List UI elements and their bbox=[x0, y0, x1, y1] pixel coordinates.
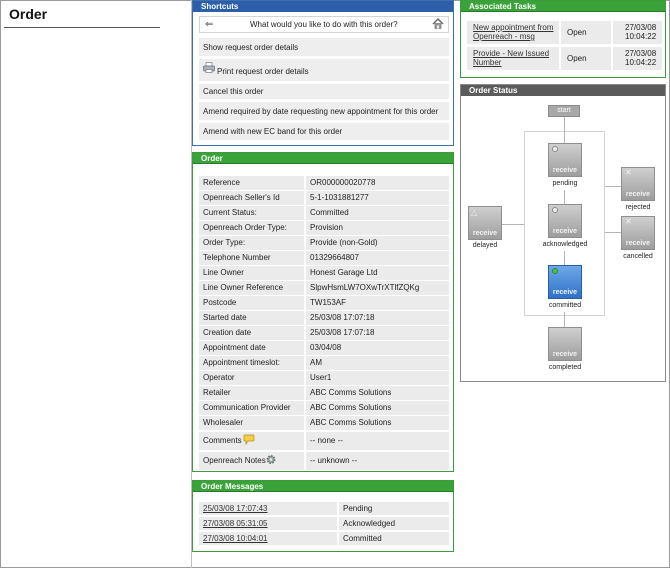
shortcut-amend-ec-band-label: Amend with new EC band for this order bbox=[203, 127, 343, 136]
order-row: Communication Provider ABC Comms Solution… bbox=[199, 401, 449, 415]
task-datetime: 27/03/08 10:04:22 bbox=[613, 21, 662, 44]
connector-line bbox=[502, 224, 524, 225]
order-panel: Order Reference OR000000020778 Openreach … bbox=[192, 152, 454, 472]
shortcut-print-details[interactable]: Print request order details bbox=[199, 59, 449, 81]
state-box-completed[interactable]: receive bbox=[548, 327, 582, 361]
connector-line bbox=[564, 117, 565, 143]
shortcut-show-details[interactable]: Show request order details bbox=[199, 38, 449, 56]
order-messages-header: Order Messages bbox=[193, 481, 453, 492]
message-date-link[interactable]: 27/03/08 05:31:05 bbox=[199, 517, 337, 530]
state-label-delayed: delayed bbox=[472, 242, 498, 249]
order-row: Started date 25/03/08 17:07:18 bbox=[199, 311, 449, 325]
gear-icon[interactable] bbox=[265, 454, 277, 472]
comments-label: Comments bbox=[203, 436, 242, 445]
order-row: Appointment timeslot: AM bbox=[199, 356, 449, 370]
task-link[interactable]: Provide - New Issued Number bbox=[467, 47, 559, 70]
order-row: Telephone Number 01329664807 bbox=[199, 251, 449, 265]
state-badge-icon bbox=[552, 146, 558, 152]
task-link[interactable]: New appointment from Openreach - msg bbox=[467, 21, 559, 44]
shortcut-show-details-label: Show request order details bbox=[203, 43, 299, 52]
state-box-committed[interactable]: receive bbox=[548, 265, 582, 299]
state-label-completed: completed bbox=[548, 364, 582, 371]
message-date-link[interactable]: 27/03/08 10:04:01 bbox=[199, 532, 337, 545]
shortcuts-question: What would you like to do with this orde… bbox=[250, 20, 398, 29]
state-box-rejected[interactable]: ✕ receive bbox=[621, 167, 655, 201]
order-row: Operator User1 bbox=[199, 371, 449, 385]
order-row: Line Owner Reference SlpwHsmLW7OXwTrXTlfZ… bbox=[199, 281, 449, 295]
home-icon[interactable] bbox=[432, 18, 444, 31]
title-underline bbox=[4, 27, 160, 28]
workflow-start-node: start bbox=[548, 105, 580, 117]
shortcut-amend-date[interactable]: Amend required by date requesting new ap… bbox=[199, 102, 449, 120]
associated-tasks-panel: Associated Tasks New appointment from Ope… bbox=[460, 0, 666, 78]
shortcuts-panel: Shortcuts ⇐ What would you like to do wi… bbox=[192, 0, 454, 146]
order-row: Openreach Order Type: Provision bbox=[199, 221, 449, 235]
connector-line bbox=[564, 251, 565, 265]
order-comments-row: Comments -- none -- bbox=[199, 432, 449, 450]
state-label-committed: committed bbox=[548, 302, 582, 309]
connector-line bbox=[564, 312, 565, 327]
close-icon: ✕ bbox=[625, 217, 632, 226]
message-row: 27/03/08 10:04:01 Committed bbox=[199, 532, 449, 545]
warning-icon: △ bbox=[471, 208, 478, 217]
page-title: Order bbox=[9, 6, 48, 22]
connector-line bbox=[605, 232, 621, 233]
connector-line bbox=[605, 186, 621, 187]
message-status: Committed bbox=[339, 532, 449, 545]
comments-value: -- none -- bbox=[306, 432, 449, 450]
shortcut-cancel-order-label: Cancel this order bbox=[203, 87, 264, 96]
comments-icon[interactable] bbox=[243, 434, 255, 452]
state-label-pending: pending bbox=[552, 180, 578, 187]
message-status: Acknowledged bbox=[339, 517, 449, 530]
back-arrow-icon[interactable]: ⇐ bbox=[205, 19, 213, 30]
task-row: New appointment from Openreach - msg Open… bbox=[467, 21, 662, 44]
order-header: Order bbox=[193, 153, 453, 164]
close-icon: ✕ bbox=[625, 168, 632, 177]
printer-icon bbox=[203, 62, 215, 75]
task-status: Open bbox=[561, 21, 611, 44]
task-status: Open bbox=[561, 47, 611, 70]
openreach-notes-label: Openreach Notes bbox=[203, 456, 266, 465]
order-messages-panel: Order Messages 25/03/08 17:07:43 Pending… bbox=[192, 480, 454, 552]
state-box-cancelled[interactable]: ✕ receive bbox=[621, 216, 655, 250]
order-notes-row: Openreach Notes -- unknown -- bbox=[199, 452, 449, 470]
shortcut-amend-ec-band[interactable]: Amend with new EC band for this order bbox=[199, 123, 449, 140]
state-box-pending[interactable]: receive bbox=[548, 143, 582, 177]
state-box-acknowledged[interactable]: receive bbox=[548, 204, 582, 238]
order-row: Openreach Seller's Id 5-1-1031881277 bbox=[199, 191, 449, 205]
order-row: Order Type: Provide (non-Gold) bbox=[199, 236, 449, 250]
task-row: Provide - New Issued Number Open 27/03/08… bbox=[467, 47, 662, 70]
order-status-header: Order Status bbox=[461, 85, 665, 96]
message-row: 27/03/08 05:31:05 Acknowledged bbox=[199, 517, 449, 530]
shortcut-print-details-label: Print request order details bbox=[217, 67, 309, 76]
state-badge-icon bbox=[552, 207, 558, 213]
order-row: Creation date 25/03/08 17:07:18 bbox=[199, 326, 449, 340]
state-label-cancelled: cancelled bbox=[623, 253, 653, 260]
shortcut-amend-date-label: Amend required by date requesting new ap… bbox=[203, 107, 439, 116]
state-label-acknowledged: acknowledged bbox=[542, 241, 588, 248]
state-label-rejected: rejected bbox=[625, 204, 651, 211]
message-date-link[interactable]: 25/03/08 17:07:43 bbox=[199, 502, 337, 515]
order-row: Line Owner Honest Garage Ltd bbox=[199, 266, 449, 280]
order-row: Current Status: Committed bbox=[199, 206, 449, 220]
shortcuts-header: Shortcuts bbox=[193, 1, 453, 12]
task-datetime: 27/03/08 10:04:22 bbox=[613, 47, 662, 70]
order-row: Retailer ABC Comms Solutions bbox=[199, 386, 449, 400]
shortcut-cancel-order[interactable]: Cancel this order bbox=[199, 84, 449, 99]
openreach-notes-value: -- unknown -- bbox=[306, 452, 449, 470]
order-row: Appointment date 03/04/08 bbox=[199, 341, 449, 355]
associated-tasks-header: Associated Tasks bbox=[461, 1, 665, 12]
order-row: Postcode TW153AF bbox=[199, 296, 449, 310]
message-status: Pending bbox=[339, 502, 449, 515]
shortcuts-question-bar: ⇐ What would you like to do with this or… bbox=[199, 16, 449, 33]
message-row: 25/03/08 17:07:43 Pending bbox=[199, 502, 449, 515]
check-icon bbox=[552, 268, 558, 274]
connector-line bbox=[564, 190, 565, 204]
order-row: Reference OR000000020778 bbox=[199, 176, 449, 190]
state-box-delayed[interactable]: △ receive bbox=[468, 206, 502, 240]
order-row: Wholesaler ABC Comms Solutions bbox=[199, 416, 449, 430]
